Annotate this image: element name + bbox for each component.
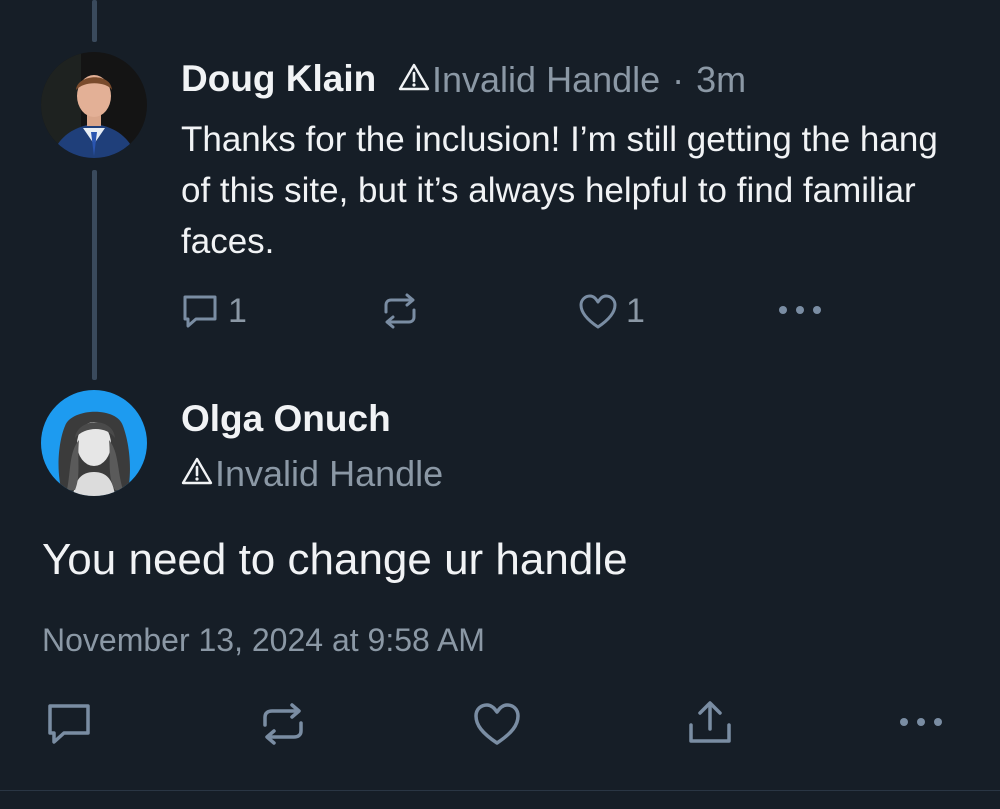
thread-line-connector — [92, 170, 97, 380]
like-count: 1 — [626, 292, 645, 330]
reply-count: 1 — [228, 292, 247, 330]
time-ago[interactable]: 3m — [696, 59, 746, 101]
repost-button[interactable] — [258, 701, 308, 747]
author-name[interactable]: Olga Onuch — [181, 398, 391, 440]
reply-icon — [180, 293, 220, 331]
author-handle-row: Invalid Handle — [181, 453, 443, 495]
more-options-button[interactable] — [777, 298, 823, 322]
more-icon — [777, 298, 823, 322]
reply-icon — [44, 701, 94, 747]
divider — [0, 790, 1000, 791]
author-name[interactable]: Doug Klain — [181, 58, 376, 100]
post-timestamp: November 13, 2024 at 9:58 AM — [42, 622, 485, 658]
olga-avatar-image — [41, 390, 147, 496]
like-icon — [472, 701, 522, 747]
like-icon — [578, 293, 618, 331]
warning-icon — [398, 59, 430, 101]
more-icon — [898, 710, 944, 734]
share-button[interactable] — [686, 699, 734, 747]
avatar[interactable] — [41, 390, 147, 496]
repost-icon — [258, 701, 308, 747]
post-text: Thanks for the inclusion! I’m still gett… — [181, 120, 938, 261]
repost-button[interactable] — [380, 292, 420, 330]
like-button[interactable] — [472, 701, 522, 747]
author-handle-row: Invalid Handle · 3m — [398, 59, 746, 101]
share-icon — [686, 699, 734, 747]
post-text: You need to change ur handle — [42, 535, 628, 584]
reply-button[interactable]: 1 — [180, 292, 247, 331]
doug-avatar-image — [41, 52, 147, 158]
thread-line-top — [92, 0, 97, 42]
warning-icon — [181, 453, 213, 495]
reply-button[interactable] — [44, 701, 94, 747]
repost-icon — [380, 292, 420, 330]
like-button[interactable]: 1 — [578, 292, 645, 331]
author-handle[interactable]: Invalid Handle — [432, 59, 660, 101]
more-options-button[interactable] — [898, 710, 944, 734]
separator-dot: · — [672, 59, 685, 100]
avatar[interactable] — [41, 52, 147, 158]
author-handle[interactable]: Invalid Handle — [215, 453, 443, 495]
